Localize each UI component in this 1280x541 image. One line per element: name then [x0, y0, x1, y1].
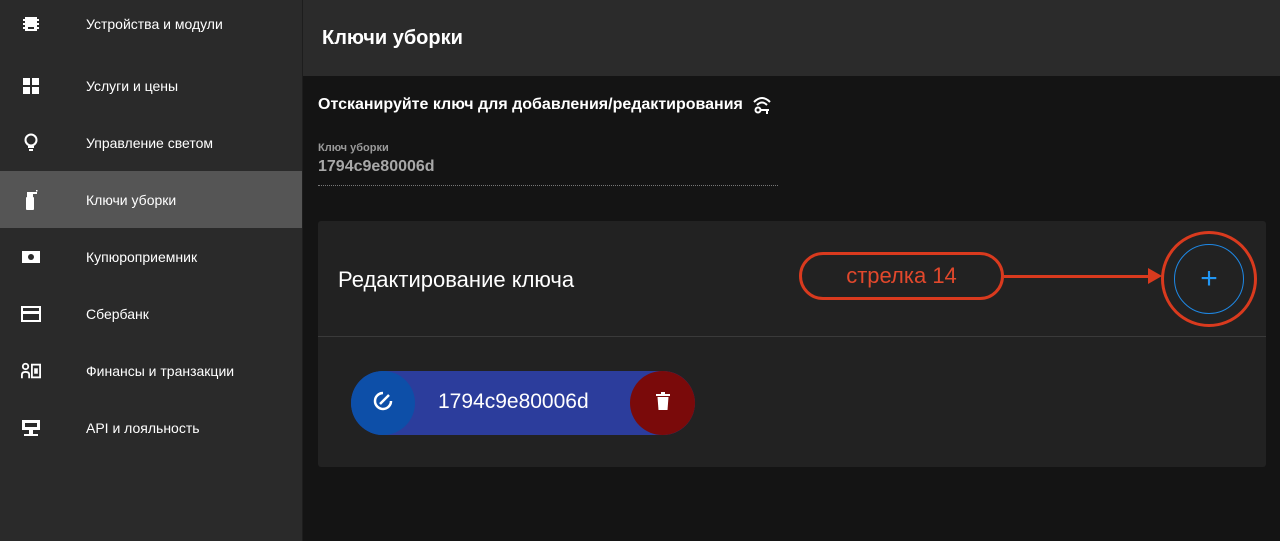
key-chip-label: 1794c9e80006d	[438, 390, 589, 413]
delete-key-button[interactable]	[630, 371, 695, 435]
cleaning-key-field[interactable]: Ключ уборки 1794c9e80006d	[318, 142, 778, 186]
sidebar-item-label: Финансы и транзакции	[86, 362, 235, 379]
scan-instruction-text: Отсканируйте ключ для добавления/редакти…	[318, 96, 743, 113]
sidebar-item-sberbank[interactable]: Сбербанк	[0, 285, 302, 342]
sidebar-item-services[interactable]: Услуги и цены	[0, 57, 302, 114]
sidebar-item-api[interactable]: API и лояльность	[0, 399, 302, 456]
finance-icon	[21, 361, 41, 381]
field-value: 1794c9e80006d	[318, 158, 435, 175]
sidebar-item-finance[interactable]: Финансы и транзакции	[0, 342, 302, 399]
page-title: Ключи уборки	[322, 26, 463, 49]
trash-icon	[655, 391, 670, 415]
sidebar-item-label: Управление светом	[86, 134, 213, 151]
main-content: Отсканируйте ключ для добавления/редакти…	[303, 76, 1280, 541]
lightbulb-icon	[21, 133, 41, 153]
edit-key-card: Редактирование ключа стрелка 14 + 1794c9…	[318, 221, 1266, 467]
api-icon	[21, 418, 41, 438]
banknote-icon	[21, 247, 41, 267]
sidebar-item-label: Устройства и модули	[86, 16, 223, 32]
add-key-button[interactable]: +	[1174, 244, 1244, 314]
sidebar-item-bill-acceptor[interactable]: Купюроприемник	[0, 228, 302, 285]
annotation-arrow-head	[1148, 268, 1162, 284]
edit-icon	[372, 390, 394, 417]
sidebar-item-label: Сбербанк	[86, 305, 149, 322]
field-label: Ключ уборки	[318, 142, 389, 154]
chip-icon	[21, 14, 41, 34]
annotation-callout: стрелка 14	[799, 252, 1004, 300]
plus-icon: +	[1200, 262, 1218, 295]
credit-card-icon	[21, 304, 41, 324]
annotation-callout-text: стрелка 14	[846, 263, 957, 288]
card-title: Редактирование ключа	[338, 267, 575, 292]
sidebar-item-label: API и лояльность	[86, 419, 200, 436]
sidebar-item-label: Ключи уборки	[86, 191, 177, 208]
scan-instruction: Отсканируйте ключ для добавления/редакти…	[318, 94, 773, 116]
key-wireless-icon	[751, 94, 773, 116]
sidebar-item-label: Купюроприемник	[86, 248, 198, 265]
sidebar-item-light[interactable]: Управление светом	[0, 114, 302, 171]
sidebar-item-label: Услуги и цены	[86, 77, 179, 94]
page-header: Ключи уборки	[303, 0, 1280, 76]
key-chip: 1794c9e80006d	[351, 371, 695, 435]
sidebar: Устройства и модули Услуги и цены Управл…	[0, 0, 303, 541]
annotation-arrow-line	[1004, 275, 1154, 278]
sidebar-item-cleaning-keys[interactable]: Ключи уборки	[0, 171, 302, 228]
edit-key-button[interactable]	[351, 371, 415, 435]
spray-bottle-icon	[21, 189, 41, 210]
sidebar-item-devices[interactable]: Устройства и модули	[0, 0, 302, 57]
card-header: Редактирование ключа стрелка 14 +	[318, 221, 1266, 337]
grid-icon	[21, 76, 41, 96]
